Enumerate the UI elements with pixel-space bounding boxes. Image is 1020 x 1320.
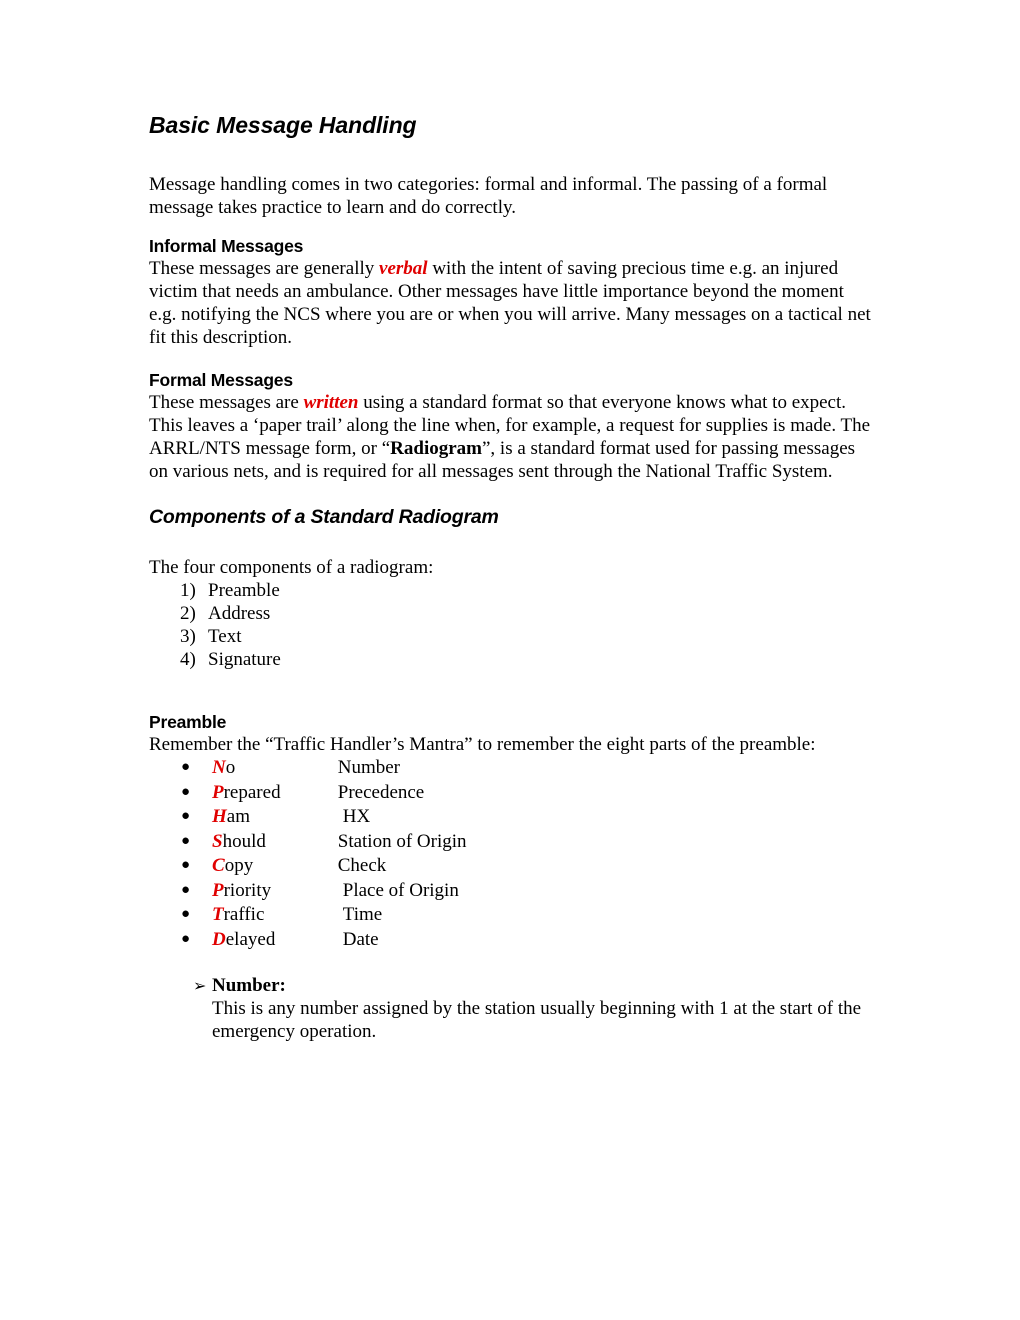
informal-text-part1: These messages are generally <box>149 258 380 279</box>
list-item-number: 4) <box>180 649 196 670</box>
list-item: ● Prepared Precedence <box>149 781 871 806</box>
mnemonic-meaning: Number <box>337 757 401 778</box>
list-item-label: Address <box>208 603 271 624</box>
list-item: ● Traffic Time <box>149 903 871 928</box>
formal-emphasis-written: written <box>303 392 359 413</box>
preamble-number-entry: ➢ Number: This is any number assigned by… <box>149 974 871 1043</box>
mnemonic-rest: riority <box>223 879 272 901</box>
list-item-number: 2) <box>180 603 196 624</box>
bullet-icon: ● <box>181 808 191 824</box>
mnemonic-meaning: Check <box>337 855 387 876</box>
list-item: 4) Signature <box>149 648 871 671</box>
heading-formal-messages: Formal Messages <box>149 370 293 390</box>
list-item: 1) Preamble <box>149 579 871 602</box>
document-page: Basic Message Handling Message handling … <box>149 0 871 1043</box>
preamble-lead-in: Remember the “Traffic Handler’s Mantra” … <box>149 734 816 755</box>
mnemonic-word: Copy <box>212 854 333 879</box>
mnemonic-meaning: Date <box>342 928 379 950</box>
heading-preamble: Preamble <box>149 712 227 732</box>
arrow-bullet-icon: ➢ <box>193 976 207 995</box>
mnemonic-word: No <box>212 756 333 781</box>
mnemonic-initial: T <box>212 904 224 925</box>
mnemonic-initial: P <box>212 781 224 803</box>
formal-bold-radiogram: Radiogram <box>390 438 482 459</box>
informal-paragraph: These messages are generally verbal with… <box>149 257 871 349</box>
heading-components-of-standard-radiogram: Components of a Standard Radiogram <box>149 506 499 528</box>
list-item-label: Signature <box>208 649 281 670</box>
heading-informal-messages: Informal Messages <box>149 236 304 256</box>
bullet-icon: ● <box>181 906 191 922</box>
list-item-label: Preamble <box>208 580 280 601</box>
mnemonic-meaning: Time <box>342 904 383 925</box>
mnemonic-initial: H <box>212 806 227 827</box>
bullet-icon: ● <box>181 930 191 947</box>
number-entry-term: Number: <box>212 975 286 996</box>
mnemonic-meaning: Precedence <box>337 781 425 803</box>
mnemonic-rest: raffic <box>223 904 265 925</box>
mnemonic-initial: N <box>212 757 226 778</box>
intro-paragraph: Message handling comes in two categories… <box>149 174 828 218</box>
list-item: 3) Text <box>149 625 871 648</box>
mnemonic-rest: elayed <box>225 928 276 950</box>
mnemonic-word: Priority <box>212 879 333 904</box>
list-item: ● Priority Place of Origin <box>149 879 871 904</box>
list-item-number: 3) <box>180 626 196 647</box>
mnemonic-rest: hould <box>222 830 266 852</box>
mnemonic-word: Prepared <box>212 781 333 806</box>
number-entry-description: This is any number assigned by the stati… <box>212 998 862 1042</box>
mnemonic-word: Should <box>212 830 333 855</box>
list-item: ● Should Station of Origin <box>149 830 871 855</box>
mnemonic-rest: opy <box>224 855 254 876</box>
components-list: 1) Preamble 2) Address 3) Text 4) Signat… <box>149 579 871 671</box>
mnemonic-initial: D <box>212 928 226 950</box>
informal-emphasis-verbal: verbal <box>379 258 428 279</box>
bullet-icon: ● <box>181 881 191 898</box>
mnemonic-meaning: HX <box>342 806 371 827</box>
mnemonic-initial: P <box>212 879 224 901</box>
list-item-label: Text <box>208 626 242 647</box>
mnemonic-word: Delayed <box>212 928 333 953</box>
mnemonic-rest: o <box>225 757 236 778</box>
page-title: Basic Message Handling <box>149 112 417 138</box>
list-item: ● No Number <box>149 756 871 781</box>
bullet-icon: ● <box>181 759 191 775</box>
bullet-icon: ● <box>181 857 191 873</box>
mnemonic-list: ● No Number ● Prepared Precedence ● Ham … <box>149 756 871 952</box>
list-item-number: 1) <box>180 580 196 601</box>
mnemonic-rest: repared <box>223 781 281 803</box>
mnemonic-initial: C <box>212 855 225 876</box>
mnemonic-meaning: Place of Origin <box>342 879 459 901</box>
list-item: 2) Address <box>149 602 871 625</box>
mnemonic-initial: S <box>212 830 223 852</box>
mnemonic-word: Ham <box>212 805 333 830</box>
formal-text-part1: These messages are <box>149 392 304 413</box>
list-item: ● Delayed Date <box>149 928 871 953</box>
list-item: ● Copy Check <box>149 854 871 879</box>
mnemonic-meaning: Station of Origin <box>337 830 467 852</box>
mnemonic-word: Traffic <box>212 903 333 928</box>
bullet-icon: ● <box>181 783 191 800</box>
bullet-icon: ● <box>181 832 191 849</box>
components-lead-in: The four components of a radiogram: <box>149 557 434 578</box>
mnemonic-rest: am <box>226 806 250 827</box>
list-item: ● Ham HX <box>149 805 871 830</box>
formal-paragraph: These messages are written using a stand… <box>149 391 871 483</box>
